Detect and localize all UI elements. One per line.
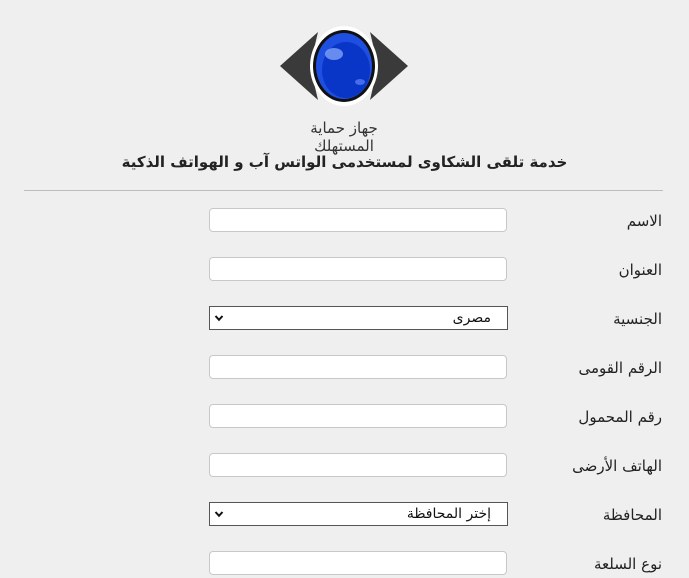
product-type-input[interactable]	[209, 551, 507, 575]
header-divider	[24, 190, 663, 191]
landline-input[interactable]	[209, 453, 507, 477]
form-row-product-type: نوع السلعة	[0, 551, 689, 578]
chevron-down-icon	[214, 315, 224, 322]
name-label: الاسم	[626, 212, 662, 230]
mobile-label: رقم المحمول	[578, 408, 662, 426]
form-row-name: الاسم	[0, 208, 689, 238]
form-row-address: العنوان	[0, 257, 689, 287]
form-row-governorate: المحافظة إختر المحافظة	[0, 502, 689, 532]
address-input[interactable]	[209, 257, 507, 281]
nationality-selected-value: مصرى	[452, 310, 491, 326]
nationality-label: الجنسية	[613, 310, 662, 328]
form-row-national-id: الرقم القومى	[0, 355, 689, 385]
form-row-nationality: الجنسية مصرى	[0, 306, 689, 336]
chevron-down-icon	[214, 511, 224, 518]
service-title: خدمة تلقى الشكاوى لمستخدمى الواتس آب و ا…	[121, 153, 568, 171]
national-id-label: الرقم القومى	[578, 359, 662, 377]
form-row-landline: الهاتف الأرضى	[0, 453, 689, 483]
nationality-select[interactable]: مصرى	[209, 306, 508, 330]
form-row-mobile: رقم المحمول	[0, 404, 689, 434]
eye-logo-icon	[280, 26, 408, 106]
consumer-protection-logo: جهاز حماية المستهلك	[278, 24, 410, 155]
mobile-input[interactable]	[209, 404, 507, 428]
logo-text: جهاز حماية المستهلك	[310, 119, 378, 155]
complaint-form-page: جهاز حماية المستهلك خدمة تلقى الشكاوى لم…	[0, 0, 689, 578]
governorate-label: المحافظة	[602, 506, 662, 524]
landline-label: الهاتف الأرضى	[572, 457, 662, 475]
address-label: العنوان	[618, 261, 662, 279]
governorate-selected-value: إختر المحافظة	[406, 506, 491, 522]
national-id-input[interactable]	[209, 355, 507, 379]
product-type-label: نوع السلعة	[593, 555, 662, 573]
governorate-select[interactable]: إختر المحافظة	[209, 502, 508, 526]
name-input[interactable]	[209, 208, 507, 232]
